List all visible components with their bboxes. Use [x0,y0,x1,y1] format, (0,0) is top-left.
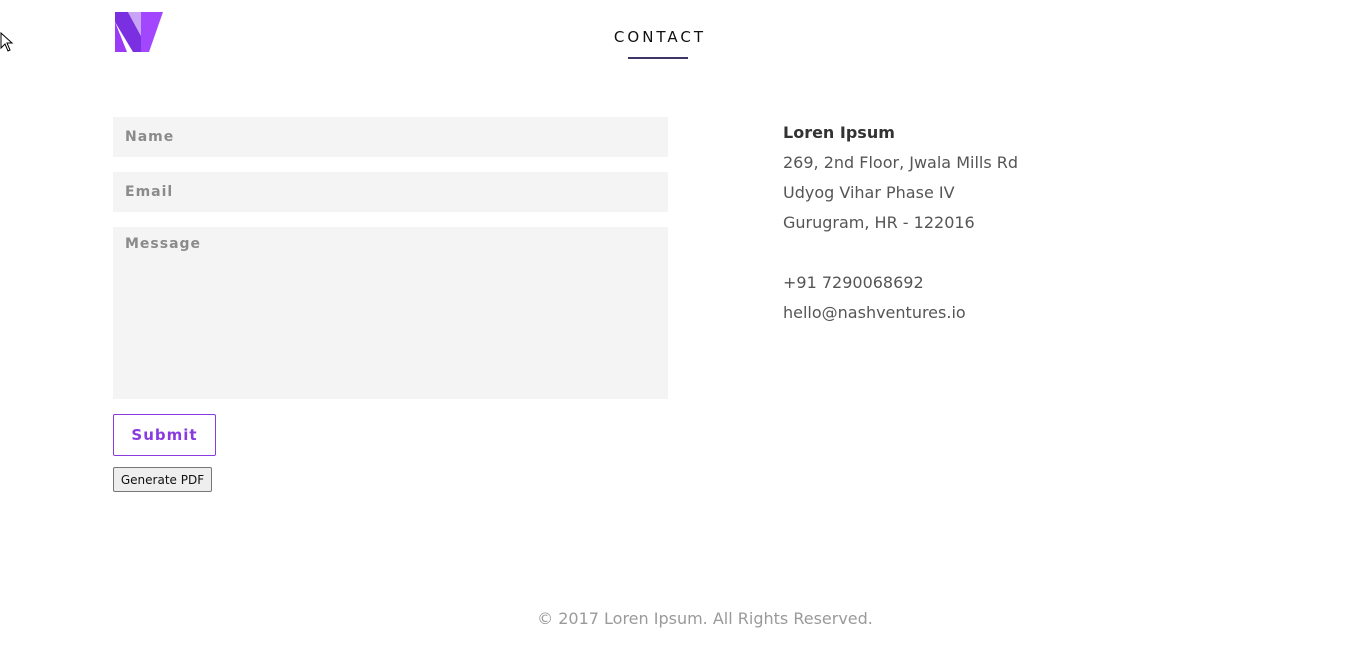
generate-pdf-button[interactable]: Generate PDF [113,467,212,492]
mouse-cursor-icon [0,32,14,52]
email-address[interactable]: hello@nashventures.io [783,301,1018,331]
n-logo-icon[interactable] [114,12,163,52]
submit-button[interactable]: Submit [113,414,216,456]
nav-active-underline [628,57,688,59]
footer-copyright: © 2017 Loren Ipsum. All Rights Reserved. [537,609,873,628]
company-name: Loren Ipsum [783,123,895,142]
address-line-3: Gurugram, HR - 122016 [783,213,975,232]
contact-info: Loren Ipsum 269, 2nd Floor, Jwala Mills … [783,121,1018,331]
email-input[interactable] [113,172,668,212]
message-textarea[interactable] [113,227,668,399]
phone-number: +91 7290068692 [783,273,924,292]
address-line-2: Udyog Vihar Phase IV [783,183,955,202]
name-input[interactable] [113,117,668,157]
address-line-1: 269, 2nd Floor, Jwala Mills Rd [783,153,1019,172]
nav-contact-link[interactable]: CONTACT [560,28,760,46]
